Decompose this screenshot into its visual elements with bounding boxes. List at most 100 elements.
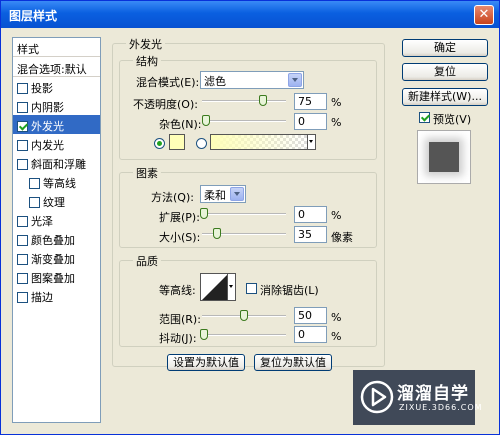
style-item[interactable]: 图案叠加 (13, 267, 100, 286)
contour-picker[interactable] (200, 273, 236, 301)
style-item[interactable]: 等高线 (13, 172, 100, 191)
style-checkbox[interactable] (17, 102, 28, 113)
title-bar: 图层样式 ✕ (1, 1, 499, 28)
chevron-down-icon[interactable] (288, 73, 302, 87)
window-title: 图层样式 (9, 9, 58, 23)
style-item-label: 光泽 (31, 215, 53, 228)
reset-button[interactable]: 复位 (402, 63, 488, 81)
reset-default-button[interactable]: 复位为默认值 (254, 354, 332, 371)
range-unit: % (331, 311, 342, 324)
style-item-label: 渐变叠加 (31, 253, 75, 266)
layer-style-dialog: 图层样式 ✕ 样式 混合选项:默认 投影 内阴影 外发光 内发光 斜面和浮雕 等高线 纹理光… (0, 0, 500, 435)
style-checkbox[interactable] (17, 254, 28, 265)
style-item[interactable]: 内发光 (13, 134, 100, 153)
glow-gradient-swatch[interactable] (210, 134, 316, 150)
watermark-url: ZIXUE.3D66.COM (399, 403, 483, 412)
blend-mode-select[interactable]: 滤色 (200, 71, 304, 89)
method-label: 方法(Q): (151, 191, 194, 204)
style-item-label: 等高线 (43, 177, 76, 190)
style-item-label: 内发光 (31, 139, 64, 152)
spread-label: 扩展(P): (159, 211, 200, 224)
jitter-unit: % (331, 330, 342, 343)
close-button[interactable]: ✕ (474, 5, 494, 25)
watermark-logo: 溜溜自学 ZIXUE.3D66.COM (353, 370, 482, 425)
gradient-radio[interactable] (196, 138, 207, 149)
opacity-slider-handle[interactable] (259, 95, 267, 106)
style-item[interactable]: 颜色叠加 (13, 229, 100, 248)
method-select[interactable]: 柔和 (200, 185, 246, 203)
style-item[interactable]: 斜面和浮雕 (13, 153, 100, 172)
spread-input[interactable]: 0 (294, 206, 327, 223)
style-checkbox[interactable] (17, 235, 28, 246)
opacity-label: 不透明度(O): (133, 98, 198, 111)
style-checkbox[interactable] (17, 83, 28, 94)
style-checkbox[interactable] (29, 178, 40, 189)
glow-color-swatch[interactable] (169, 134, 185, 150)
gradient-dropdown-icon[interactable] (307, 135, 315, 149)
contour-label: 等高线: (159, 284, 196, 297)
noise-input[interactable]: 0 (294, 113, 327, 130)
blend-mode-value: 滤色 (204, 75, 226, 88)
style-item[interactable]: 描边 (13, 286, 100, 305)
jitter-slider[interactable] (200, 329, 286, 340)
style-item-label: 图案叠加 (31, 272, 75, 285)
antialias-checkbox[interactable] (246, 283, 257, 294)
style-checkbox[interactable] (17, 273, 28, 284)
style-list: 样式 混合选项:默认 投影 内阴影外发光内发光斜面和浮雕等高线 纹理光泽 颜色叠加渐变… (12, 37, 101, 423)
opacity-input[interactable]: 75 (294, 93, 327, 110)
style-checkbox[interactable] (17, 292, 28, 303)
range-label: 范围(R): (159, 313, 201, 326)
size-label: 大小(S): (159, 231, 201, 244)
preview-label: 预览(V) (433, 113, 472, 126)
style-item-label: 斜面和浮雕 (31, 158, 86, 171)
preview-checkbox[interactable] (419, 112, 430, 123)
style-checkbox[interactable] (17, 140, 28, 151)
spread-slider-handle[interactable] (200, 208, 208, 219)
opacity-unit: % (331, 96, 342, 109)
range-input[interactable]: 50 (294, 307, 327, 324)
noise-label: 杂色(N): (159, 118, 202, 131)
style-item[interactable]: 光泽 (13, 210, 100, 229)
style-item[interactable]: 外发光 (13, 115, 100, 134)
style-checkbox[interactable] (29, 197, 40, 208)
style-item[interactable]: 内阴影 (13, 96, 100, 115)
jitter-input[interactable]: 0 (294, 326, 327, 343)
size-slider[interactable] (202, 228, 286, 239)
noise-unit: % (331, 116, 342, 129)
style-checkbox[interactable] (17, 159, 28, 170)
new-style-button[interactable]: 新建样式(W)... (402, 88, 488, 106)
style-list-header[interactable]: 样式 (13, 38, 100, 57)
style-item[interactable]: 投影 (13, 77, 100, 96)
set-default-button[interactable]: 设置为默认值 (167, 354, 245, 371)
range-slider-handle[interactable] (240, 310, 248, 321)
ok-button[interactable]: 确定 (402, 39, 488, 57)
style-checkbox[interactable] (17, 121, 28, 132)
style-item-label: 描边 (31, 291, 53, 304)
range-slider[interactable] (202, 310, 286, 321)
size-input[interactable]: 35 (294, 226, 327, 243)
chevron-down-icon[interactable] (230, 187, 244, 201)
style-item-label: 外发光 (31, 120, 64, 133)
blend-options-item[interactable]: 混合选项:默认 (13, 58, 100, 77)
size-slider-handle[interactable] (212, 228, 221, 239)
spread-slider[interactable] (200, 208, 286, 219)
antialias-label: 消除锯齿(L) (260, 284, 319, 297)
method-value: 柔和 (204, 189, 226, 202)
solid-color-radio[interactable] (154, 138, 165, 149)
noise-slider-handle[interactable] (202, 115, 210, 126)
outer-glow-title: 外发光 (126, 36, 165, 52)
noise-slider[interactable] (202, 115, 286, 126)
structure-title: 结构 (133, 53, 161, 69)
jitter-label: 抖动(J): (159, 332, 197, 345)
opacity-slider[interactable] (202, 95, 286, 106)
style-item[interactable]: 渐变叠加 (13, 248, 100, 267)
quality-title: 品质 (133, 253, 161, 269)
spread-unit: % (331, 209, 342, 222)
watermark-brand: 溜溜自学 (397, 384, 469, 404)
preview-thumbnail (429, 142, 459, 172)
size-unit: 像素 (331, 231, 353, 244)
style-checkbox[interactable] (17, 216, 28, 227)
style-item[interactable]: 纹理 (13, 191, 100, 210)
contour-dropdown-icon[interactable] (227, 274, 235, 300)
jitter-slider-handle[interactable] (200, 329, 208, 340)
